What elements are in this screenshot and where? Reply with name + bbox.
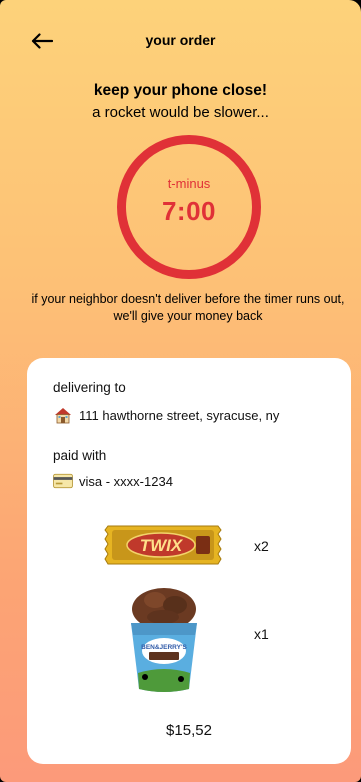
payment-method: visa - xxxx-1234 <box>53 472 173 490</box>
delivery-address: 111 hawthorne street, syracuse, ny <box>53 406 279 424</box>
timer-label: t-minus <box>167 176 211 191</box>
twix-product-image: TWIX <box>104 522 222 573</box>
ice-cream-quantity: x1 <box>254 626 269 642</box>
order-summary-card: delivering to 111 hawthorne street, syra… <box>27 358 351 764</box>
twix-logo-text: TWIX <box>140 536 184 555</box>
guarantee-notice: if your neighbor doesn't deliver before … <box>31 292 345 323</box>
header: your order <box>0 26 361 56</box>
ice-cream-product-image: BEN&JERRY'S <box>123 585 205 700</box>
credit-card-icon <box>53 473 73 489</box>
payment-text: visa - xxxx-1234 <box>79 473 173 489</box>
house-icon <box>55 408 71 424</box>
subheadline: a rocket would be slower... <box>92 104 269 121</box>
twix-quantity: x2 <box>254 538 269 554</box>
order-total: $15,52 <box>166 722 212 739</box>
countdown-timer: t-minus 7:00 <box>117 135 261 279</box>
headline: keep your phone close! <box>93 82 268 99</box>
address-text: 111 hawthorne street, syracuse, ny <box>79 407 280 423</box>
timer-value: 7:00 <box>161 196 217 226</box>
ice-cream-brand-text: BEN&JERRY'S <box>141 644 187 651</box>
order-screen: your order keep your phone close! a rock… <box>0 0 361 782</box>
page-title: your order <box>145 32 216 48</box>
delivering-label: delivering to <box>53 380 126 395</box>
paid-with-label: paid with <box>53 448 107 463</box>
